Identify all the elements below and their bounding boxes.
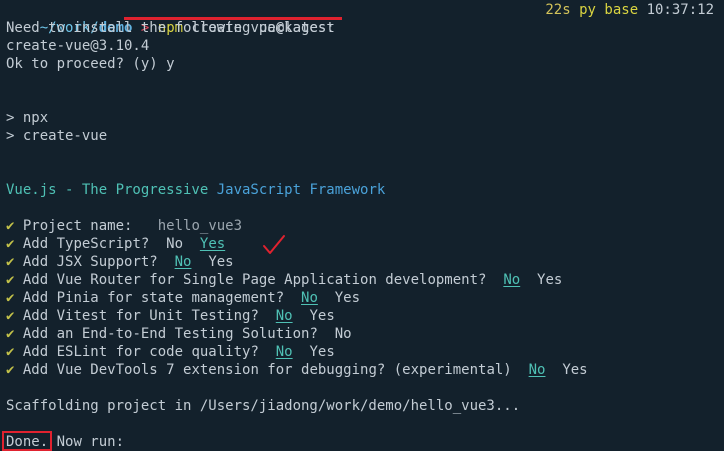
question-text: Add Pinia for state management? bbox=[22, 290, 285, 306]
option-no-selected: No bbox=[275, 344, 293, 360]
done-line: Done. Now run: bbox=[6, 433, 724, 451]
option-no-selected: No bbox=[528, 362, 546, 378]
answer-value: hello_vue3 bbox=[157, 218, 243, 234]
option-no-selected: No bbox=[301, 290, 318, 306]
check-icon: ✔ bbox=[6, 236, 15, 252]
prompt-line: ~/work/demo > npm create vue@latest 22s … bbox=[6, 1, 724, 36]
check-icon: ✔ bbox=[6, 308, 15, 324]
status-time: 10:37:12 bbox=[646, 2, 714, 18]
option-yes-selected: Yes bbox=[199, 236, 226, 252]
status-duration: 22s bbox=[545, 2, 571, 18]
proceed-prompt: Ok to proceed? (y) y bbox=[6, 56, 175, 72]
question-row: ✔ Add Vue DevTools 7 extension for debug… bbox=[6, 361, 724, 379]
question-row: ✔ Add ESLint for code quality? No Yes bbox=[6, 343, 724, 361]
option-yes: Yes bbox=[562, 362, 588, 378]
package-name: create-vue@3.10.4 bbox=[6, 38, 150, 54]
option-yes: Yes bbox=[334, 290, 361, 306]
terminal-window[interactable]: ~/work/demo > npm create vue@latest 22s … bbox=[0, 0, 724, 451]
option-yes: Yes bbox=[309, 308, 335, 324]
question-text: Project name: bbox=[22, 218, 133, 234]
annotation-done-box bbox=[2, 431, 52, 451]
right-status: 22s py base 10:37:12 bbox=[545, 1, 714, 19]
option-no-selected: No bbox=[503, 272, 521, 288]
check-icon: ✔ bbox=[6, 362, 15, 378]
option-no: No bbox=[334, 326, 352, 342]
question-text: Add JSX Support? bbox=[22, 254, 158, 270]
banner-framework: Framework bbox=[301, 182, 386, 198]
check-icon: ✔ bbox=[6, 344, 15, 360]
option-no-selected: No bbox=[174, 254, 192, 270]
question-text: Add an End-to-End Testing Solution? bbox=[22, 326, 318, 342]
annotation-underline bbox=[124, 17, 342, 20]
vue-banner: Vue.js - The Progressive JavaScript Fram… bbox=[6, 181, 724, 199]
banner-vuejs: Vue.js - The Progressive bbox=[6, 182, 217, 198]
create-vue-line: > create-vue bbox=[6, 128, 108, 144]
scaffolding-line: Scaffolding project in /Users/jiadong/wo… bbox=[6, 398, 521, 414]
check-icon: ✔ bbox=[6, 254, 15, 270]
question-row: ✔ Add Vue Router for Single Page Applica… bbox=[6, 271, 724, 289]
check-icon: ✔ bbox=[6, 326, 15, 342]
check-icon: ✔ bbox=[6, 272, 15, 288]
question-text: Add Vue Router for Single Page Applicati… bbox=[22, 272, 487, 288]
question-row: ✔ Add Pinia for state management? No Yes bbox=[6, 289, 724, 307]
annotation-checkmark-icon bbox=[263, 235, 285, 254]
question-text: Add ESLint for code quality? bbox=[22, 344, 259, 360]
question-row: ✔ Add an End-to-End Testing Solution? No bbox=[6, 325, 724, 343]
banner-js: JavaScript bbox=[216, 182, 302, 198]
question-row: ✔ Project name: hello_vue3 bbox=[6, 217, 724, 235]
check-icon: ✔ bbox=[6, 218, 15, 234]
option-yes: Yes bbox=[309, 344, 335, 360]
option-no-selected: No bbox=[275, 308, 293, 324]
now-run-text: Now run: bbox=[48, 434, 125, 450]
question-row: ✔ Add JSX Support? No Yes bbox=[6, 253, 724, 271]
check-icon: ✔ bbox=[6, 290, 15, 306]
option-yes: Yes bbox=[208, 254, 234, 270]
question-text: Add TypeScript? bbox=[22, 236, 150, 252]
option-yes: Yes bbox=[537, 272, 563, 288]
install-message: Need to install the following packages: bbox=[6, 20, 335, 36]
question-text: Add Vue DevTools 7 extension for debuggi… bbox=[22, 362, 512, 378]
question-text: Add Vitest for Unit Testing? bbox=[22, 308, 259, 324]
question-row: ✔ Add Vitest for Unit Testing? No Yes bbox=[6, 307, 724, 325]
question-row: ✔ Add TypeScript? No Yes bbox=[6, 235, 724, 253]
npx-line: > npx bbox=[6, 110, 49, 126]
status-py: py bbox=[579, 2, 596, 18]
status-env: base bbox=[604, 2, 639, 18]
option-no: No bbox=[166, 236, 184, 252]
